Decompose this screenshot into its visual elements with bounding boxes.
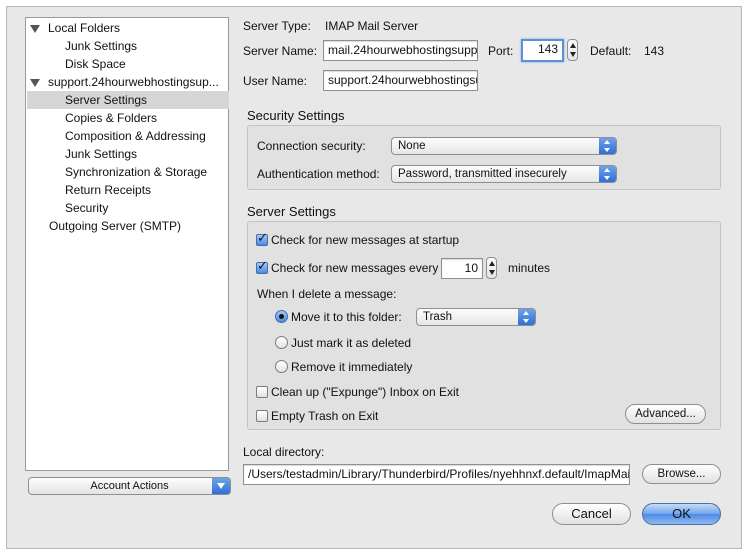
expunge-checkbox[interactable] (256, 386, 268, 398)
remove-immediately-label: Remove it immediately (291, 360, 413, 374)
disclosure-triangle-icon[interactable] (30, 24, 40, 33)
tree-item-label: Return Receipts (65, 183, 152, 197)
port-stepper[interactable] (567, 39, 578, 61)
trash-folder-value: Trash (423, 311, 452, 323)
ok-button[interactable]: OK (642, 503, 721, 525)
mark-deleted-label: Just mark it as deleted (291, 336, 412, 350)
server-type-label: Server Type: (243, 19, 311, 33)
tree-item-synchronization-storage[interactable]: Synchronization & Storage (65, 163, 207, 181)
tree-item-label: Synchronization & Storage (65, 165, 208, 179)
server-name-input[interactable]: mail.24hourwebhostingsupport (323, 40, 478, 61)
tree-item-server-settings[interactable]: Server Settings (27, 91, 229, 109)
delete-message-label: When I delete a message: (257, 287, 397, 301)
connection-security-select[interactable]: None (391, 137, 617, 155)
tree-item-disk-space[interactable]: Disk Space (65, 55, 126, 73)
empty-trash-label: Empty Trash on Exit (271, 409, 379, 423)
tree-item-label: Disk Space (65, 57, 126, 71)
mark-deleted-radio[interactable] (275, 336, 288, 349)
tree-item-label: Local Folders (48, 21, 121, 35)
tree-item-return-receipts[interactable]: Return Receipts (65, 181, 151, 199)
tree-item-label: Junk Settings (65, 39, 138, 53)
advanced-button[interactable]: Advanced... (625, 404, 706, 424)
auth-method-value: Password, transmitted insecurely (398, 168, 567, 180)
tree-item-security[interactable]: Security (65, 199, 108, 217)
account-tree[interactable]: Local Folders Junk Settings Disk Space s… (25, 17, 229, 471)
tree-item-junk-settings-local[interactable]: Junk Settings (65, 37, 137, 55)
account-actions-button[interactable]: Account Actions (28, 477, 231, 495)
check-interval-stepper[interactable] (486, 257, 497, 279)
tree-item-outgoing-server[interactable]: Outgoing Server (SMTP) (49, 217, 181, 235)
check-every-label: Check for new messages every (271, 261, 439, 275)
check-every-checkbox[interactable] (256, 259, 268, 274)
local-directory-label: Local directory: (243, 445, 325, 459)
tree-item-label: Composition & Addressing (65, 129, 206, 143)
tree-item-label: support.24hourwebhostingsup... (48, 75, 219, 89)
expunge-label: Clean up ("Expunge") Inbox on Exit (271, 385, 459, 399)
browse-button[interactable]: Browse... (642, 464, 721, 484)
check-startup-checkbox[interactable] (256, 231, 268, 246)
move-to-folder-label: Move it to this folder: (291, 310, 402, 324)
auth-method-select[interactable]: Password, transmitted insecurely (391, 165, 617, 183)
server-name-label: Server Name: (243, 44, 318, 58)
tree-item-label: Junk Settings (65, 147, 138, 161)
remove-immediately-radio[interactable] (275, 360, 288, 373)
default-port-label: Default: (590, 44, 632, 58)
tree-item-support-account[interactable]: support.24hourwebhostingsup... (30, 73, 219, 91)
updown-arrows-icon (518, 309, 535, 325)
updown-arrows-icon (599, 138, 616, 154)
server-settings-title: Server Settings (247, 204, 336, 219)
port-label: Port: (488, 44, 514, 58)
empty-trash-checkbox[interactable] (256, 410, 268, 422)
tree-item-junk-settings[interactable]: Junk Settings (65, 145, 137, 163)
tree-item-local-folders[interactable]: Local Folders (30, 19, 120, 37)
tree-item-label: Copies & Folders (65, 111, 158, 125)
tree-item-copies-folders[interactable]: Copies & Folders (65, 109, 157, 127)
minutes-label: minutes (508, 261, 551, 275)
connection-security-value: None (398, 140, 426, 152)
tree-item-label: Outgoing Server (SMTP) (49, 219, 182, 233)
server-type-value: IMAP Mail Server (325, 19, 419, 33)
move-to-folder-radio[interactable] (275, 310, 288, 323)
chevron-down-icon (212, 478, 230, 494)
tree-item-composition-addressing[interactable]: Composition & Addressing (65, 127, 206, 145)
default-port-value: 143 (644, 44, 665, 58)
local-directory-input[interactable]: /Users/testadmin/Library/Thunderbird/Pro… (243, 464, 630, 485)
user-name-input[interactable]: support.24hourwebhostingsupport (323, 70, 478, 91)
account-actions-label: Account Actions (90, 480, 169, 492)
port-input[interactable]: 143 (521, 39, 564, 62)
tree-item-label: Security (65, 201, 109, 215)
cancel-button[interactable]: Cancel (552, 503, 631, 525)
security-settings-title: Security Settings (247, 108, 345, 123)
disclosure-triangle-icon[interactable] (30, 78, 40, 87)
check-interval-input[interactable]: 10 (441, 258, 483, 279)
user-name-label: User Name: (243, 74, 308, 88)
tree-item-label: Server Settings (65, 93, 148, 107)
check-startup-label: Check for new messages at startup (271, 233, 460, 247)
auth-method-label: Authentication method: (257, 167, 380, 181)
connection-security-label: Connection security: (257, 139, 366, 153)
updown-arrows-icon (599, 166, 616, 182)
trash-folder-select[interactable]: Trash (416, 308, 536, 326)
